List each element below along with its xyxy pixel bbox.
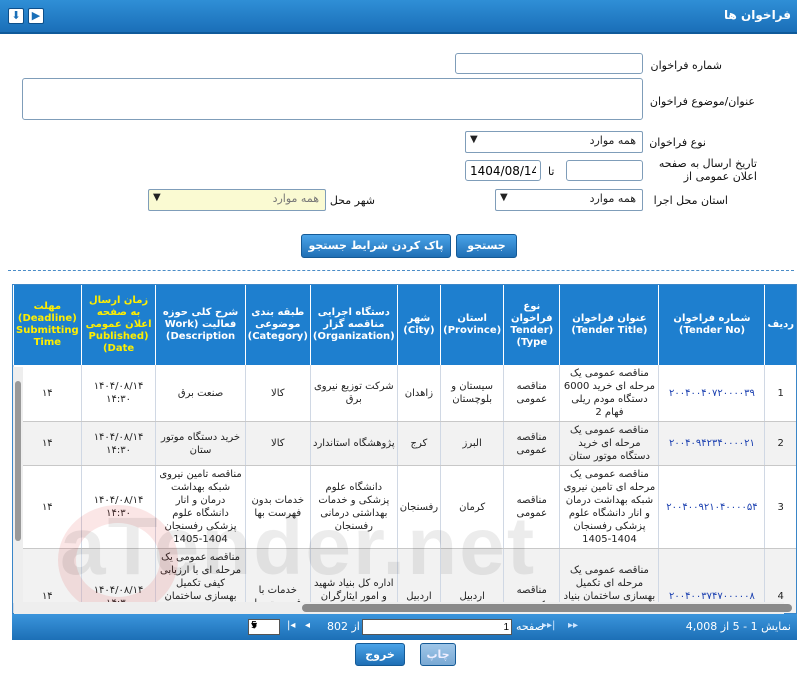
cell-row: 3 [764, 465, 796, 549]
col-header-category[interactable]: طبقه بندی موضوعی (Category) [244, 285, 311, 365]
cell-deadline: ۱۴ [13, 421, 82, 466]
province-select-value: همه موارد [589, 192, 636, 205]
chevron-down-icon: ▼ [251, 621, 258, 630]
cell-category: کالا [244, 421, 311, 466]
grid-header-row: ردیف شماره فراخوان (Tender No) عنوان فرا… [13, 285, 796, 365]
prev-page-icon[interactable]: ◂ [305, 620, 310, 631]
title-input[interactable] [22, 78, 643, 120]
cell-title: مناقصه عمومی یک مرحله ای خرید دستگاه موت… [559, 421, 659, 466]
col-header-deadline[interactable]: مهلت (Deadline) Submitting Time [13, 285, 82, 365]
divider [8, 270, 794, 271]
page-count: از 802 [327, 620, 360, 633]
cell-desc: خرید دستگاه موتور ستان [155, 421, 246, 466]
cell-published: ۱۴۰۴/۰۸/۱۴ ۱۴:۳۰ [80, 421, 156, 466]
horizontal-scrollbar-thumb[interactable] [302, 604, 792, 612]
col-header-org[interactable]: دستگاه اجرایی مناقصه گزار (Organization) [309, 285, 398, 365]
title-label: عنوان/موضوع فراخوان [649, 95, 755, 108]
vertical-scrollbar-thumb[interactable] [15, 381, 21, 541]
download-icon[interactable]: ⬇ [8, 8, 24, 24]
date-to-label: تا [548, 165, 555, 178]
date-to-input[interactable] [465, 160, 541, 181]
cell-desc: صنعت برق [155, 365, 246, 422]
chevron-down-icon: ▼ [153, 192, 161, 203]
city-select[interactable]: همه موارد ▼ [148, 189, 326, 211]
page-size-select[interactable]: 5 ▼ [248, 619, 280, 635]
cell-row: 1 [764, 365, 796, 422]
col-header-province[interactable]: استان (Province) [440, 285, 504, 365]
cell-city: کرج [396, 421, 441, 466]
cell-province: سیستان و بلوچستان [440, 365, 504, 422]
table-row[interactable]: 1 ۲۰۰۴۰۰۴۰۷۲۰۰۰۰۳۹ مناقصه عمومی یک مرحله… [13, 365, 796, 422]
cell-tender-no[interactable]: ۲۰۰۴۰۰۴۰۷۲۰۰۰۰۳۹ [658, 365, 765, 422]
col-header-published[interactable]: زمان ارسال به صفحه اعلان عمومی (Publishe… [80, 285, 156, 365]
cell-title: مناقصه عمومی یک مرحله ای خرید 6000 دستگا… [559, 365, 659, 422]
first-page-icon[interactable]: |◂ [287, 620, 295, 631]
cell-type: مناقصه عمومی [503, 421, 560, 466]
play-icon[interactable]: ▶ [28, 8, 44, 24]
col-header-row[interactable]: ردیف [764, 285, 796, 365]
province-select[interactable]: همه موارد ▼ [495, 189, 643, 211]
chevron-down-icon: ▼ [470, 134, 478, 145]
print-button[interactable]: چاپ [420, 643, 456, 666]
cell-published: ۱۴۰۴/۰۸/۱۴ ۱۴:۳۰ [80, 365, 156, 422]
tender-no-label: شماره فراخوان [650, 59, 723, 72]
cell-row: 2 [764, 421, 796, 466]
next-page-icon[interactable]: ▸▸ [568, 620, 578, 631]
date-label: تاریخ ارسال به صفحه اعلان عمومی از [658, 157, 757, 183]
cell-type: مناقصه عمومی [503, 365, 560, 422]
horizontal-scrollbar[interactable] [14, 602, 792, 614]
cell-org: شرکت توزیع نیروی برق [309, 365, 398, 422]
cell-city: زاهدان [396, 365, 441, 422]
cell-org: پژوهشگاه استاندارد [309, 421, 398, 466]
last-page-icon[interactable]: ▸▸| [542, 620, 555, 631]
vertical-scrollbar[interactable] [13, 367, 23, 603]
page-number-input[interactable] [362, 619, 512, 635]
col-header-city[interactable]: شهر (City) [396, 285, 441, 365]
province-label: استان محل اجرا [653, 194, 728, 207]
city-select-value: همه موارد [272, 192, 319, 205]
tender-no-input[interactable] [455, 53, 643, 74]
cell-tender-no[interactable]: ۲۰۰۴۰۹۴۲۳۴۰۰۰۰۲۱ [658, 421, 765, 466]
search-button[interactable]: جستجو [456, 234, 517, 258]
date-from-input[interactable] [566, 160, 643, 181]
clear-search-button[interactable]: پاک کردن شرایط جستجو [301, 234, 451, 258]
cell-title: مناقصه عمومی یک مرحله ای تامین نیروی شبک… [559, 465, 659, 549]
type-label: نوع فراخوان [649, 136, 706, 149]
watermark: aTender.net [60, 501, 537, 592]
cell-deadline: ۱۴ [13, 365, 82, 422]
exit-button[interactable]: خروج [355, 643, 405, 666]
type-select[interactable]: همه موارد ▼ [465, 131, 643, 153]
col-header-desc[interactable]: شرح کلی حوزه فعالیت (Work Description) [155, 285, 246, 365]
cell-category: کالا [244, 365, 311, 422]
col-header-title[interactable]: عنوان فراخوان (Tender Title) [559, 285, 659, 365]
table-row[interactable]: 2 ۲۰۰۴۰۹۴۲۳۴۰۰۰۰۲۱ مناقصه عمومی یک مرحله… [13, 421, 796, 466]
type-select-value: همه موارد [589, 134, 636, 147]
page-title: فراخوان ها [724, 8, 791, 22]
title-bar: فراخوان ها ⬇ ▶ [0, 0, 797, 34]
cell-tender-no[interactable]: ۲۰۰۴۰۰۹۲۱۰۴۰۰۰۰۵۴ [658, 465, 765, 549]
col-header-type[interactable]: نوع فراخوان (Tender Type) [503, 285, 560, 365]
cell-province: البرز [440, 421, 504, 466]
pager-summary: نمایش 1 - 5 از 4,008 [685, 620, 791, 633]
chevron-down-icon: ▼ [500, 192, 508, 203]
col-header-tender-no[interactable]: شماره فراخوان (Tender No) [658, 285, 765, 365]
page-label: صفحه [516, 620, 544, 633]
pager-bar: نمایش 1 - 5 از 4,008 ▸▸| ▸▸ صفحه از 802 … [12, 614, 797, 640]
